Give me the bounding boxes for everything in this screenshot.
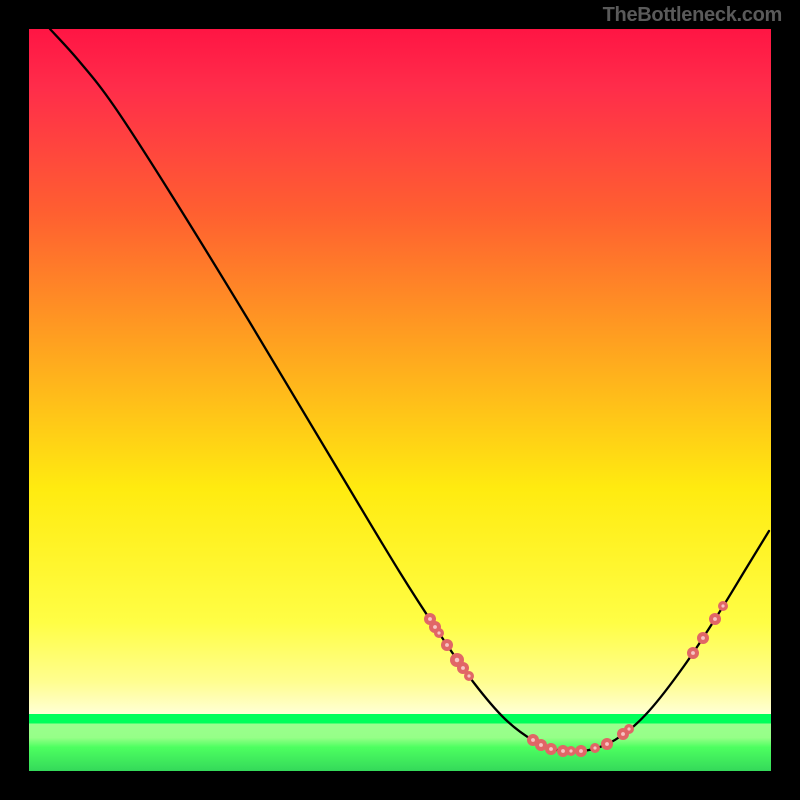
chart-overlay (29, 29, 771, 771)
data-point-highlight (713, 617, 717, 621)
data-point-highlight (605, 742, 609, 746)
data-point-highlight (621, 732, 625, 736)
data-point-highlight (467, 674, 470, 677)
data-point-highlight (569, 749, 572, 752)
data-point-highlight (549, 747, 553, 751)
data-point-highlight (701, 636, 705, 640)
watermark-text: TheBottleneck.com (603, 4, 782, 27)
data-point-highlight (561, 749, 565, 753)
data-point-highlight (721, 604, 724, 607)
data-point-highlight (445, 643, 449, 647)
curve-line (50, 29, 769, 751)
chart-frame: TheBottleneck.com (0, 0, 800, 800)
data-point-highlight (539, 743, 543, 747)
data-point-highlight (433, 625, 437, 629)
data-point-highlight (437, 631, 440, 634)
data-point-highlight (627, 727, 630, 730)
data-point-highlight (691, 651, 695, 655)
data-point-highlight (593, 746, 596, 749)
curve-markers (424, 601, 728, 757)
data-point-highlight (579, 749, 583, 753)
data-point-highlight (428, 617, 432, 621)
data-point-highlight (531, 738, 535, 742)
data-point-highlight (461, 666, 465, 670)
data-point-highlight (455, 658, 459, 662)
